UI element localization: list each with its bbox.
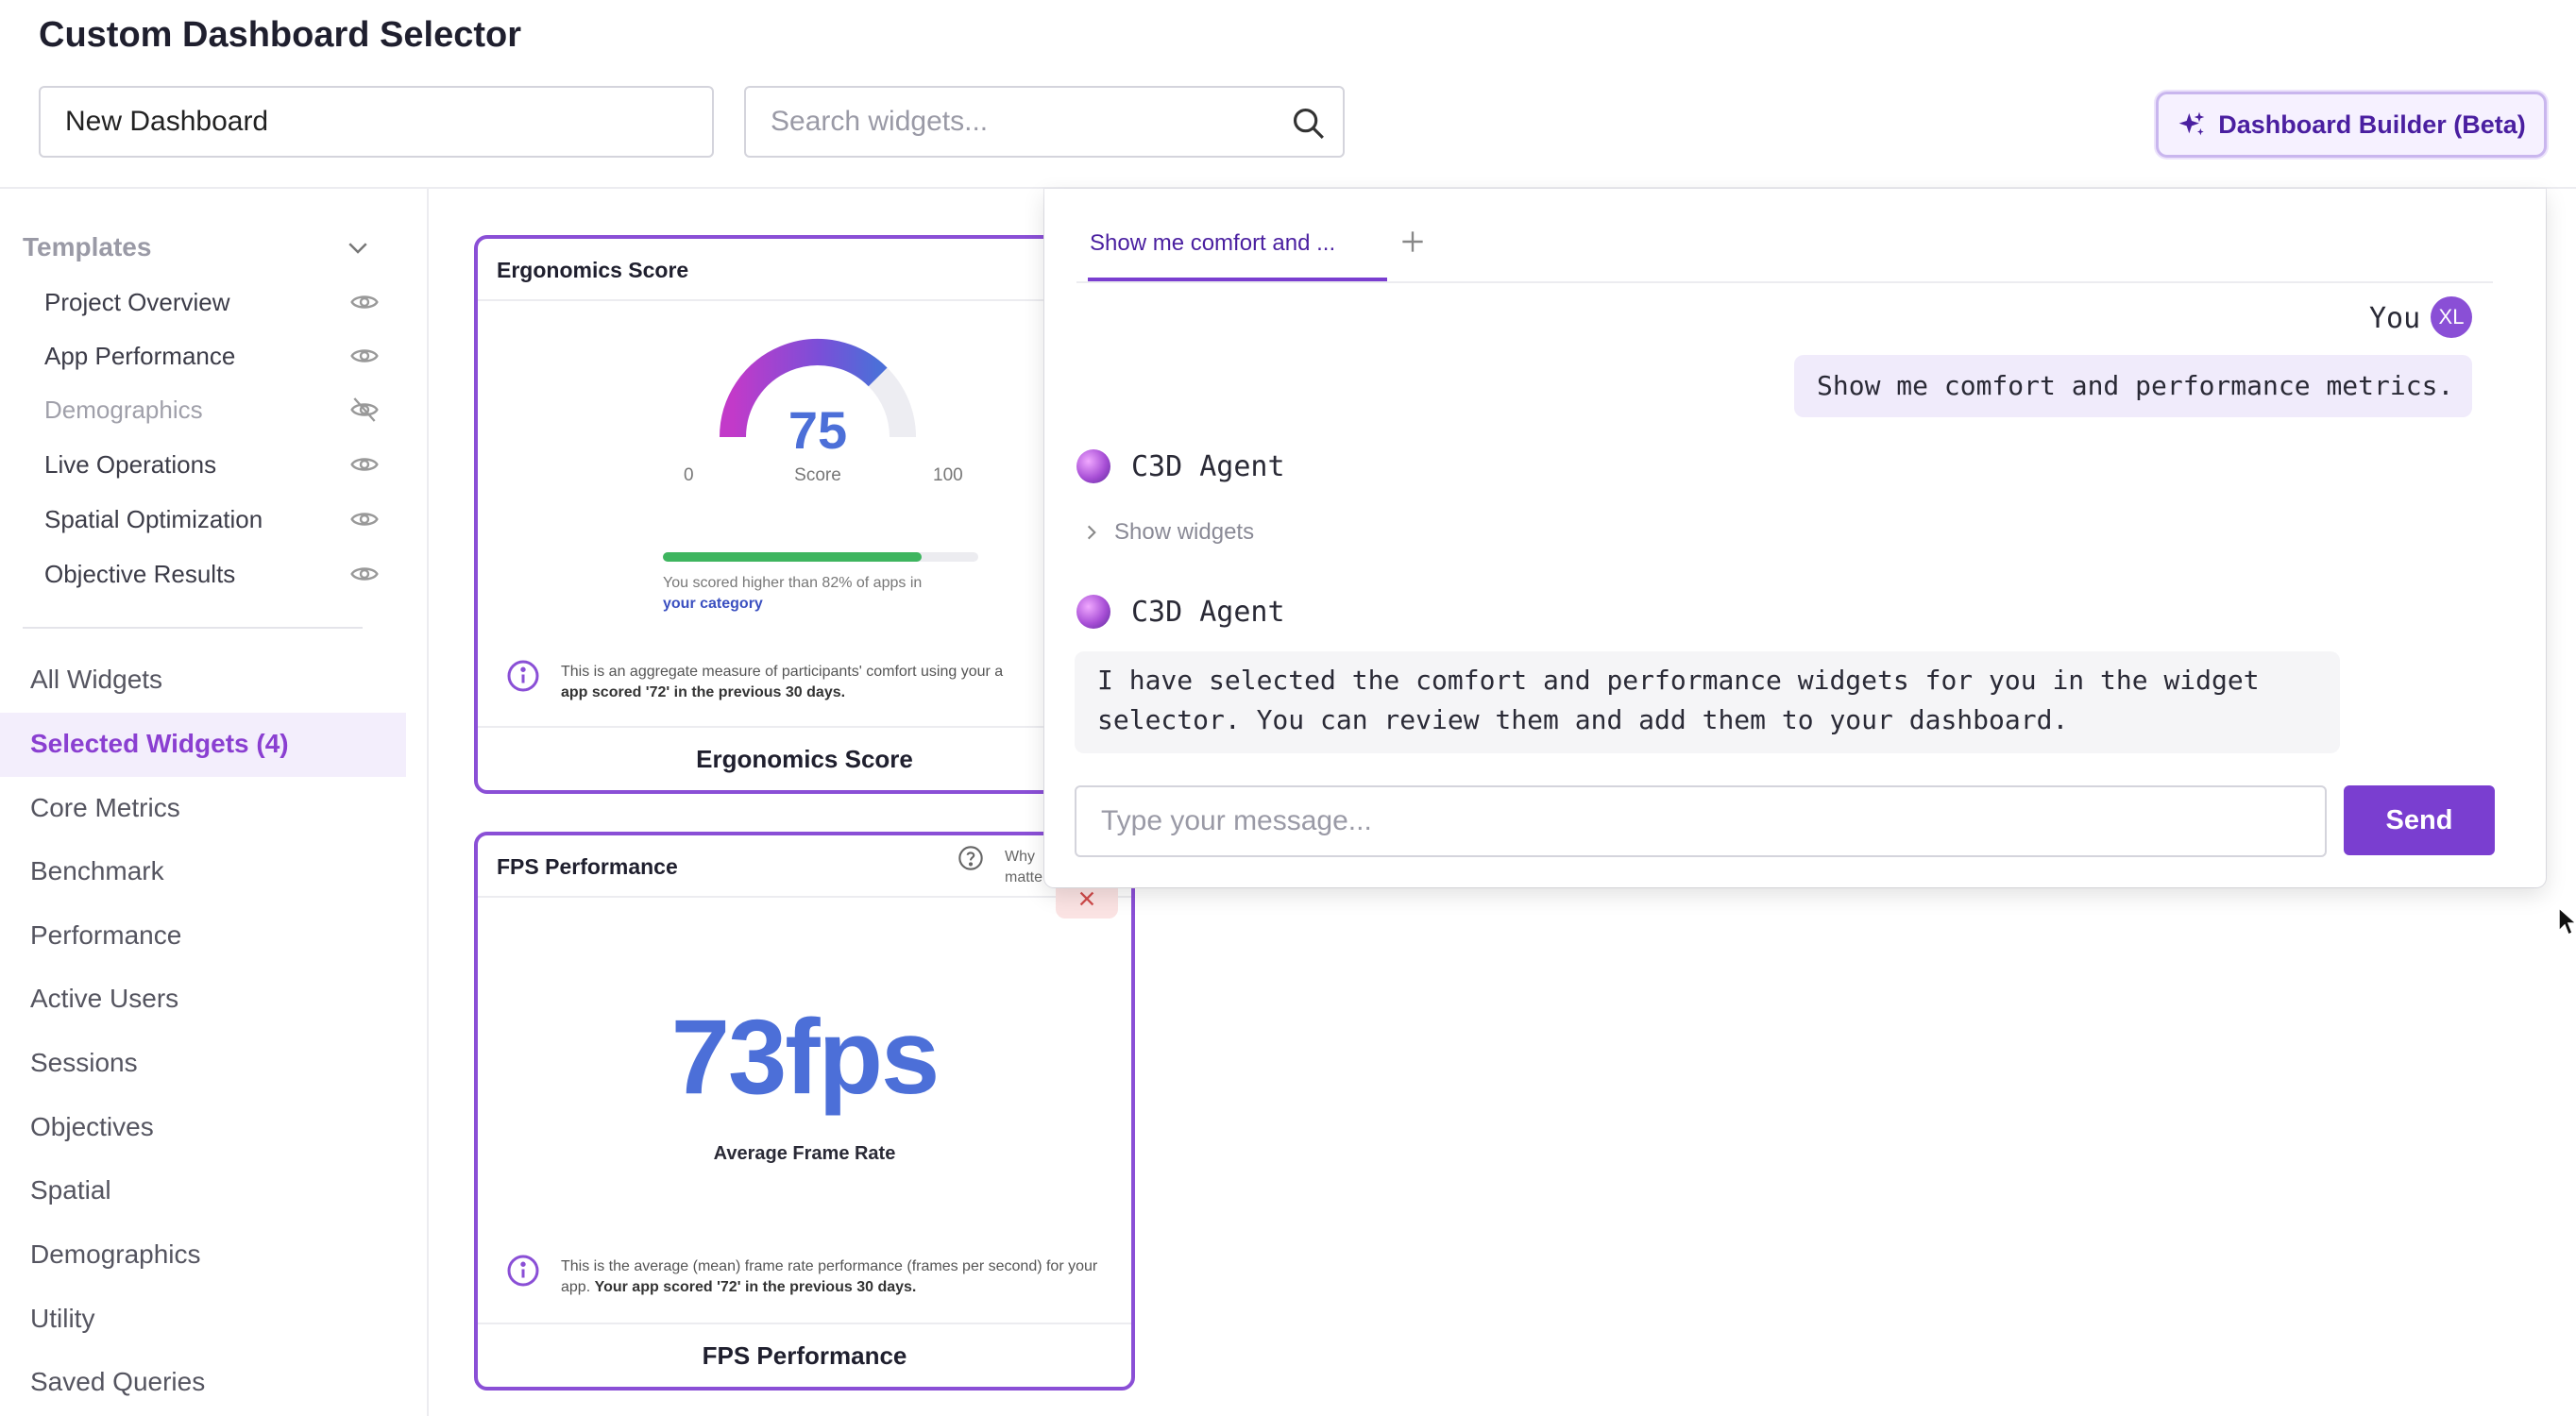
template-project-overview[interactable]: Project Overview bbox=[44, 283, 380, 321]
user-message: Show me comfort and performance metrics. bbox=[1794, 355, 2472, 417]
builder-label: Dashboard Builder (Beta) bbox=[2218, 110, 2526, 139]
nav-utility[interactable]: Utility bbox=[30, 1300, 94, 1338]
template-label: App Performance bbox=[44, 341, 236, 370]
nav-active-users[interactable]: Active Users bbox=[30, 980, 178, 1018]
template-label: Project Overview bbox=[44, 287, 230, 316]
percentile-bar bbox=[663, 552, 978, 562]
dashboard-name-input[interactable] bbox=[39, 86, 714, 158]
chat-tabs: Show me comfort and ... bbox=[1076, 208, 2493, 283]
template-spatial-optimization[interactable]: Spatial Optimization bbox=[44, 500, 380, 538]
widget-card-fps[interactable]: FPS Performance Why matte 73fps Average … bbox=[474, 832, 1135, 1391]
active-tab-indicator bbox=[1088, 278, 1387, 281]
info-text: This is an aggregate measure of particip… bbox=[561, 664, 1004, 680]
info-description: This is an aggregate measure of particip… bbox=[561, 662, 1127, 703]
send-button[interactable]: Send bbox=[2344, 785, 2495, 855]
close-icon bbox=[1079, 891, 1094, 906]
card-header: FPS Performance Why matte bbox=[478, 835, 1131, 898]
card-footer: FPS Performance bbox=[478, 1323, 1131, 1387]
nav-saved-queries[interactable]: Saved Queries bbox=[30, 1363, 205, 1401]
category-link[interactable]: your category bbox=[663, 596, 763, 612]
agent-header: C3D Agent bbox=[1076, 595, 1285, 629]
template-label: Live Operations bbox=[44, 449, 217, 479]
eye-icon[interactable] bbox=[349, 287, 380, 317]
dashboard-builder-button[interactable]: Dashboard Builder (Beta) bbox=[2156, 92, 2547, 158]
search-icon[interactable] bbox=[1290, 105, 1326, 141]
gauge-min: 0 bbox=[684, 465, 694, 485]
template-objective-results[interactable]: Objective Results bbox=[44, 555, 380, 593]
template-label: Objective Results bbox=[44, 559, 236, 588]
eye-off-icon[interactable] bbox=[349, 395, 380, 425]
gauge-label: Score bbox=[794, 465, 841, 485]
nav-core-metrics[interactable]: Core Metrics bbox=[30, 789, 180, 827]
card-footer: Ergonomics Score bbox=[478, 726, 1131, 790]
fps-value: 73fps bbox=[670, 998, 941, 1116]
eye-icon[interactable] bbox=[349, 449, 380, 480]
user-label: You bbox=[2369, 302, 2421, 335]
percentile-text: You scored higher than 82% of apps in yo… bbox=[663, 573, 984, 615]
percentile-fill bbox=[663, 552, 922, 562]
help-icon[interactable] bbox=[958, 845, 984, 871]
chevron-right-icon bbox=[1087, 525, 1096, 540]
nav-performance[interactable]: Performance bbox=[30, 917, 181, 954]
agent-avatar-icon bbox=[1076, 595, 1110, 629]
gauge-max: 100 bbox=[933, 465, 963, 485]
remove-widget-button[interactable] bbox=[1056, 888, 1118, 919]
widget-search[interactable] bbox=[744, 86, 1345, 158]
nav-benchmark[interactable]: Benchmark bbox=[30, 852, 164, 890]
template-demographics[interactable]: Demographics bbox=[44, 391, 380, 429]
nav-objectives[interactable]: Objectives bbox=[30, 1108, 154, 1146]
templates-label: Templates bbox=[23, 232, 152, 261]
eye-icon[interactable] bbox=[349, 341, 380, 371]
agent-name: C3D Agent bbox=[1131, 449, 1285, 483]
template-live-operations[interactable]: Live Operations bbox=[44, 446, 380, 483]
nav-all-widgets[interactable]: All Widgets bbox=[30, 661, 162, 699]
info-icon bbox=[507, 1255, 539, 1287]
agent-avatar-icon bbox=[1076, 449, 1110, 483]
fps-subtitle: Average Frame Rate bbox=[713, 1143, 896, 1164]
templates-header[interactable]: Templates bbox=[23, 230, 372, 264]
dashboard-builder-panel: Show me comfort and ... You XL Show me c… bbox=[1044, 189, 2546, 887]
chevron-down-icon[interactable] bbox=[344, 233, 372, 261]
nav-spatial[interactable]: Spatial bbox=[30, 1172, 111, 1209]
chat-tab-active[interactable]: Show me comfort and ... bbox=[1090, 230, 1335, 257]
widget-card-ergonomics[interactable]: Ergonomics Score 75 0 Score 100 You scor… bbox=[474, 235, 1135, 794]
template-label: Spatial Optimization bbox=[44, 504, 263, 533]
template-label: Demographics bbox=[44, 395, 203, 424]
info-icon bbox=[507, 660, 539, 692]
show-widgets-toggle[interactable]: Show widgets bbox=[1082, 519, 1254, 546]
info-description: This is the average (mean) frame rate pe… bbox=[561, 1256, 1118, 1298]
eye-icon[interactable] bbox=[349, 504, 380, 534]
info-bold-text: Your app scored '72' in the previous 30 … bbox=[594, 1279, 917, 1295]
sparkle-icon bbox=[2178, 111, 2205, 136]
eye-icon[interactable] bbox=[349, 559, 380, 589]
sidebar-separator bbox=[23, 627, 363, 629]
page-title: Custom Dashboard Selector bbox=[39, 15, 521, 55]
search-input[interactable] bbox=[746, 88, 1275, 156]
agent-name: C3D Agent bbox=[1131, 595, 1285, 629]
show-widgets-label: Show widgets bbox=[1114, 519, 1255, 545]
card-header: Ergonomics Score bbox=[478, 239, 1131, 301]
score-value: 75 bbox=[788, 400, 848, 460]
template-app-performance[interactable]: App Performance bbox=[44, 337, 380, 375]
avatar: XL bbox=[2431, 296, 2472, 338]
card-title: Ergonomics Score bbox=[497, 258, 689, 282]
sidebar-divider bbox=[427, 189, 429, 1416]
info-bold-text: app scored '72' in the previous 30 days. bbox=[561, 684, 846, 700]
percentile-text-main: You scored higher than 82% of apps in bbox=[663, 575, 923, 591]
nav-selected-widgets[interactable]: Selected Widgets (4) bbox=[30, 725, 289, 763]
card-title: FPS Performance bbox=[497, 854, 678, 879]
agent-header: C3D Agent bbox=[1076, 449, 1285, 483]
mouse-cursor-icon bbox=[2558, 906, 2576, 936]
nav-demographics[interactable]: Demographics bbox=[30, 1236, 201, 1273]
agent-message: I have selected the comfort and performa… bbox=[1075, 651, 2340, 753]
nav-sessions[interactable]: Sessions bbox=[30, 1044, 138, 1082]
message-input[interactable] bbox=[1075, 785, 2327, 857]
plus-icon[interactable] bbox=[1398, 227, 1428, 257]
